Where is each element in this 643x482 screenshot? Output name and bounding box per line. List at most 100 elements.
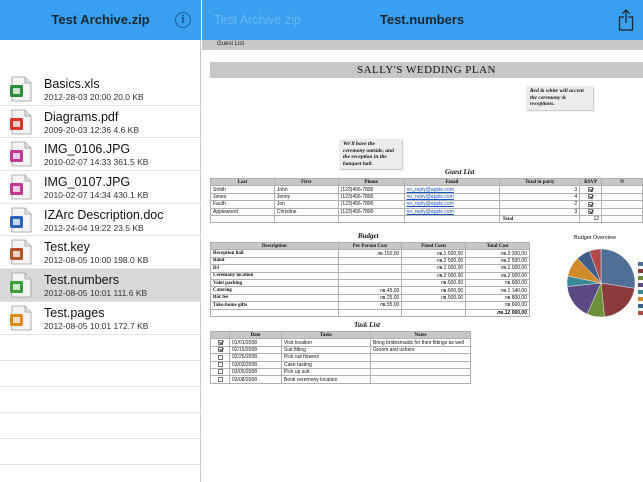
empty-cell — [210, 308, 339, 317]
file-meta: 2009-20-03 12:36 4.6 KB — [44, 124, 139, 135]
guest-email-cell: no_reply@apple.com — [403, 200, 501, 209]
guest-notes — [601, 200, 643, 209]
file-name: IZArc Description.doc — [44, 207, 164, 222]
task-checkbox[interactable] — [217, 376, 223, 382]
task-check-cell — [210, 338, 230, 347]
table-row: Bar fee лв.25,00 лв.500,00 лв.800,00 — [210, 293, 530, 303]
file-row[interactable]: Test.pages 2012-08-05 10:01 172.7 KB — [0, 302, 201, 335]
task-checkbox[interactable] — [217, 347, 223, 353]
sheet-banner: SALLY'S WEDDING PLAN — [210, 62, 643, 78]
budget-total: лв.800,00 — [465, 293, 530, 303]
column-header: RSVP — [579, 177, 603, 187]
budget-fixed: лв.600,00 — [401, 278, 467, 288]
pie-slice — [600, 282, 635, 318]
guest-last: Smith — [210, 185, 275, 194]
tab-guest-list[interactable]: Guest List — [217, 41, 244, 47]
task-notes: Bring bridesmaids for their fittings as … — [370, 338, 471, 347]
task-date: 02/25/2008 — [229, 353, 282, 362]
task-date: 03/03/2008 — [229, 360, 282, 369]
file-name: IMG_0107.JPG — [44, 175, 131, 190]
task-date: 03/05/2008 — [229, 367, 282, 377]
file-meta: 2012-08-05 10:01 111.6 KB — [44, 288, 148, 299]
budget-fixed: лв.600,00 — [401, 286, 467, 295]
budget-per-person — [337, 271, 403, 280]
task-list-title: Task List — [354, 321, 380, 329]
file-meta: 2012-08-05 10:01 172.7 KB — [44, 320, 149, 331]
excel-file-icon — [10, 76, 32, 102]
file-row[interactable]: Basics.xls 2012-28-03 20:00 20.0 KB — [0, 73, 201, 106]
empty-cell — [210, 214, 275, 224]
file-row[interactable]: Diagrams.pdf 2009-20-03 12:36 4.6 KB — [0, 106, 201, 139]
spreadsheet-canvas: SALLY'S WEDDING PLAN Red & white will ac… — [210, 62, 643, 482]
email-link[interactable]: no_reply@apple.com — [407, 194, 454, 199]
rsvp-checkbox[interactable] — [588, 194, 594, 200]
column-header: Phone — [337, 177, 405, 187]
budget-fixed: лв.500,00 — [401, 293, 467, 303]
file-row[interactable]: IZArc Description.doc 2012-24-04 19:22 23… — [0, 204, 201, 237]
file-meta: 2012-08-05 10:00 198.0 KB — [44, 255, 149, 266]
guest-header-row: Last First Phone Email Total in party RSVP N — [210, 177, 643, 187]
task-notes — [370, 375, 471, 384]
keynote-file-icon — [10, 240, 32, 265]
rsvp-checkbox[interactable] — [588, 186, 594, 192]
task-check-cell — [210, 367, 230, 377]
task-table: Date Tasks Notes 01/01/2008 Visit location Br… — [210, 330, 471, 384]
info-icon[interactable]: i — [175, 12, 191, 28]
empty-row — [0, 413, 201, 439]
file-list: Basics.xls 2012-28-03 20:00 20.0 KB Diagra… — [0, 73, 201, 482]
budget-fixed: лв.2 500,00 — [401, 256, 467, 266]
legend-swatch — [638, 311, 643, 315]
right-navbar: Test Archive.zip Test.numbers — [202, 0, 643, 40]
budget-per-person: лв.150,00 — [337, 249, 403, 258]
task-checkbox[interactable] — [217, 369, 223, 375]
rsvp-cell — [579, 207, 603, 216]
task-name: Pick up suit — [281, 367, 371, 377]
task-name: Visit location — [281, 338, 371, 347]
rsvp-checkbox[interactable] — [588, 209, 594, 214]
share-icon[interactable] — [618, 9, 634, 31]
empty-row — [0, 335, 201, 361]
guest-party: 3 — [499, 207, 581, 216]
file-row[interactable]: Test.numbers 2012-08-05 10:01 111.6 KB — [0, 269, 201, 302]
guest-last: Applewood — [210, 207, 275, 216]
guest-notes — [601, 185, 643, 194]
column-header: Total in party — [499, 177, 581, 187]
guest-first: Jon — [273, 200, 339, 209]
table-row: 02/25/2008 Pick out flowers — [210, 353, 471, 362]
task-checkbox[interactable] — [217, 362, 223, 367]
file-row[interactable]: Test.key 2012-08-05 10:00 198.0 KB — [0, 236, 201, 270]
budget-title: Budget — [358, 232, 379, 240]
file-row[interactable]: IMG_0107.JPG 2010-02-07 14:34 430.1 KB — [0, 171, 201, 204]
table-row: 03/05/2008 Pick up suit — [210, 367, 471, 377]
email-link[interactable]: no_reply@apple.com — [407, 209, 454, 214]
budget-per-person — [337, 278, 403, 288]
task-name: Cake tasting — [281, 360, 371, 369]
sheet-tab-bar — [202, 40, 643, 50]
guest-first: Christine — [273, 207, 339, 216]
file-name: Test.numbers — [44, 273, 120, 288]
guest-first: John — [273, 185, 339, 194]
guest-table: Last First Phone Email Total in party RSVP N Sm… — [210, 177, 643, 224]
legend-swatch — [638, 269, 643, 273]
budget-total-row: лв.12 000,00 — [210, 308, 530, 317]
guest-email-cell: no_reply@apple.com — [403, 192, 501, 202]
column-header: First — [273, 177, 339, 187]
task-checkbox[interactable] — [217, 354, 223, 360]
budget-description: Catering — [210, 286, 339, 295]
back-button[interactable]: Test Archive.zip — [214, 0, 301, 40]
budget-fixed: лв.1 000,00 — [401, 264, 467, 273]
task-checkbox[interactable] — [217, 339, 223, 345]
column-header: N — [601, 177, 643, 187]
pie-chart-title: Budget Overview — [574, 235, 616, 241]
guest-last: Fauth — [210, 200, 275, 209]
budget-description: Valet parking — [210, 278, 339, 288]
left-navbar: Test Archive.zip i — [0, 0, 201, 40]
file-row[interactable]: IMG_0106.JPG 2010-02-07 14:33 361.5 KB — [0, 138, 201, 172]
guest-total-row: Total 12 — [210, 214, 643, 224]
email-link[interactable]: no_reply@apple.com — [407, 202, 454, 207]
rsvp-checkbox[interactable] — [588, 201, 594, 207]
email-link[interactable]: no_reply@apple.com — [407, 187, 454, 192]
budget-fixed — [401, 301, 467, 310]
table-row: Applewood Christine (123)456-7890 no_reply@… — [210, 207, 643, 216]
file-name: IMG_0106.JPG — [44, 142, 131, 157]
